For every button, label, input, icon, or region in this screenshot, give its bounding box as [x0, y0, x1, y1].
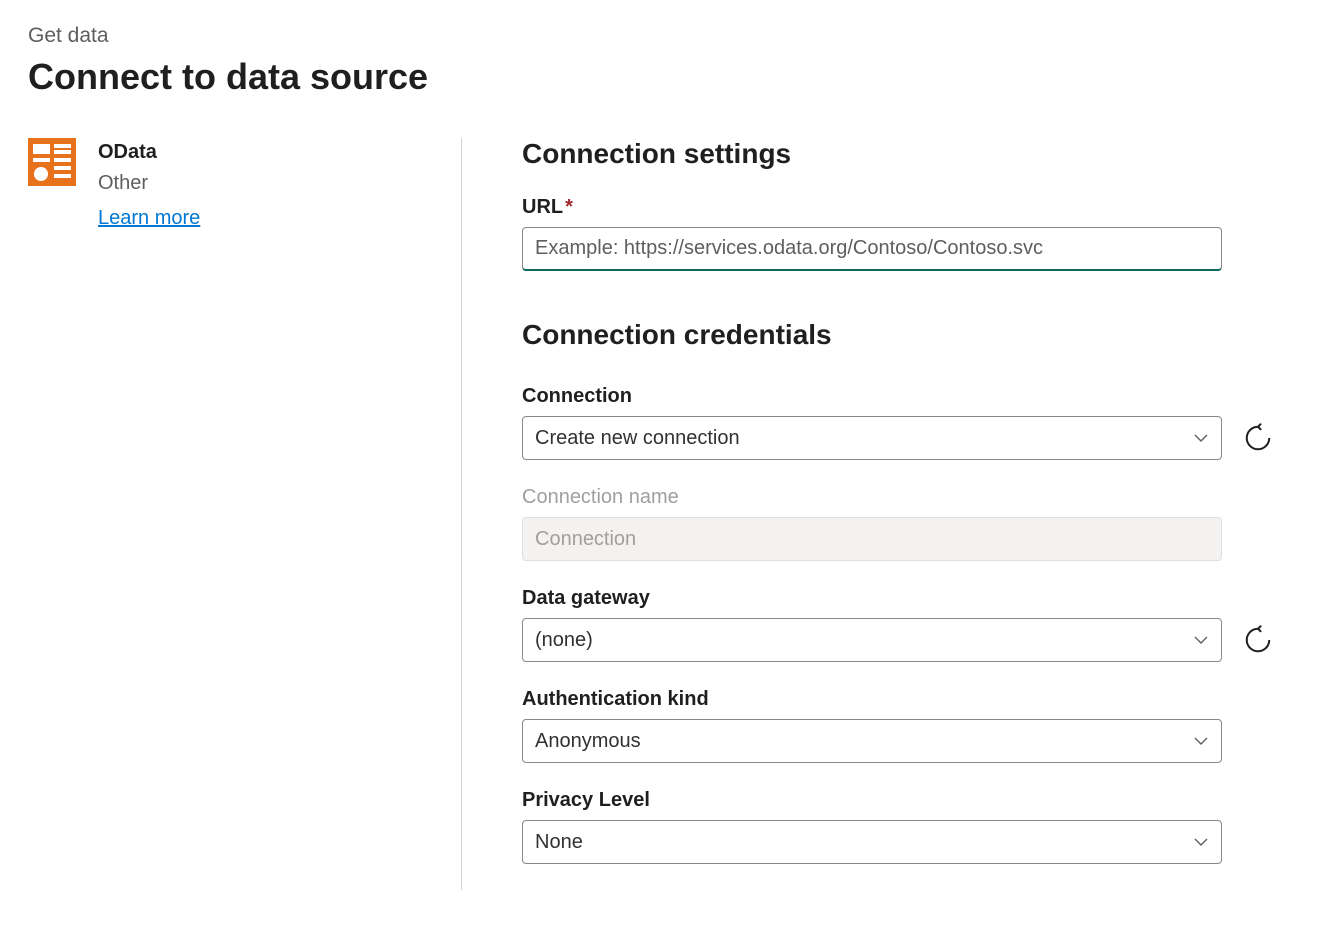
connection-label: Connection	[522, 385, 1276, 408]
connection-name-label: Connection name	[522, 486, 1276, 509]
settings-pane: Connection settings URL* Connection cred…	[461, 138, 1308, 890]
connection-credentials-heading: Connection credentials	[522, 319, 1276, 351]
url-label: URL*	[522, 196, 1276, 219]
refresh-icon	[1243, 423, 1273, 453]
privacy-level-select-value: None	[535, 831, 583, 854]
chevron-down-icon	[1193, 632, 1209, 648]
connector-pane: OData Other Learn more	[28, 138, 461, 890]
connector-name: OData	[98, 138, 200, 167]
connection-refresh-button[interactable]	[1240, 420, 1276, 456]
auth-kind-label: Authentication kind	[522, 688, 1276, 711]
odata-icon	[28, 138, 76, 186]
gateway-refresh-button[interactable]	[1240, 622, 1276, 658]
required-asterisk: *	[565, 196, 573, 218]
breadcrumb: Get data	[28, 24, 1308, 48]
connection-name-input	[522, 517, 1222, 561]
connector-category: Other	[98, 169, 200, 198]
url-input[interactable]	[522, 227, 1222, 271]
connection-select-value: Create new connection	[535, 427, 740, 450]
data-gateway-label: Data gateway	[522, 587, 1276, 610]
data-gateway-select-value: (none)	[535, 629, 593, 652]
privacy-level-select[interactable]: None	[522, 820, 1222, 864]
auth-kind-select-value: Anonymous	[535, 730, 641, 753]
connection-select[interactable]: Create new connection	[522, 416, 1222, 460]
auth-kind-select[interactable]: Anonymous	[522, 719, 1222, 763]
refresh-icon	[1243, 625, 1273, 655]
learn-more-link[interactable]: Learn more	[98, 204, 200, 233]
connection-settings-heading: Connection settings	[522, 138, 1276, 170]
data-gateway-select[interactable]: (none)	[522, 618, 1222, 662]
page-title: Connect to data source	[28, 56, 1308, 98]
chevron-down-icon	[1193, 834, 1209, 850]
chevron-down-icon	[1193, 430, 1209, 446]
privacy-level-label: Privacy Level	[522, 789, 1276, 812]
chevron-down-icon	[1193, 733, 1209, 749]
